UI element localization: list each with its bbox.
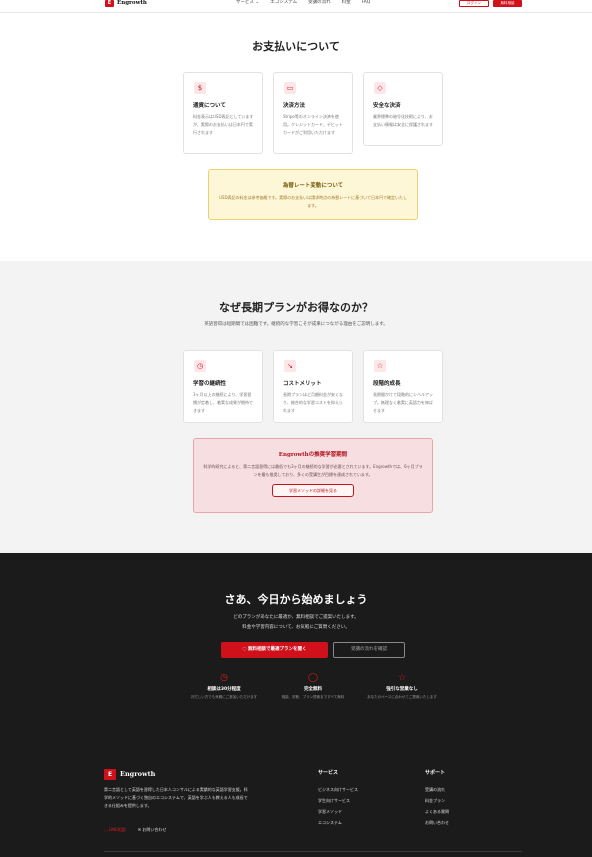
nav-item-faq[interactable]: FAQ	[362, 0, 371, 5]
footer-divider	[104, 851, 522, 852]
feature-title: 強引な営業なし	[386, 687, 418, 692]
credit-card-icon: ▭	[284, 82, 296, 94]
feature-title: 完全無料	[304, 687, 322, 692]
card-title: 安全な決済	[373, 103, 401, 109]
footer-brand-name[interactable]: Engrowth	[120, 769, 155, 780]
card-title: コストメリット	[283, 381, 322, 387]
free-consult-label: 無料相談で最適プランを聞く	[248, 647, 307, 652]
nav-item-flow[interactable]: 受講の流れ	[308, 0, 331, 5]
card-text: 業界標準の暗号化技術により、お支払い情報は安全に保護されます	[373, 114, 433, 127]
main-nav: サービス ⌄ エコシステム 受講の流れ 料金 FAQ	[236, 0, 370, 5]
contact-link[interactable]: ✉ お問い合わせ	[138, 827, 167, 833]
footer-link-students[interactable]: 学生向けサービス	[318, 795, 358, 806]
footer-support-column: サポート 受講の流れ 料金プラン よくある質問 お問い合わせ	[425, 769, 449, 828]
longterm-card-growth: ☆ 段階的成長 長期間かけて段階的にレベルアップ。無理なく着実に英語力を伸ばせま…	[363, 350, 443, 423]
nav-item-pricing[interactable]: 料金	[342, 0, 351, 5]
feature-no-hard-sell: ☆ 強引な営業なし あなたのペースに合わせてご提案いたします	[362, 673, 442, 700]
longterm-card-continuity: ◷ 学習の継続性 3ヶ月以上の継続により、学習習慣が定着し、着実な成果が期待でき…	[183, 350, 263, 423]
footer-column-title: サービス	[318, 770, 339, 776]
recommended-period-notice: Engrowthの推奨学習期間 科学的研究によると、第二言語習得には最低でも3ヶ…	[193, 438, 433, 513]
notice-text: USD表記の料金は参考価格です。実際のお支払いは請求時点の為替レートに基づいて日…	[218, 195, 408, 208]
footer-link-pricing[interactable]: 料金プラン	[425, 795, 449, 806]
feature-title: 相談は30分程度	[207, 687, 241, 692]
longterm-card-cost: ↘ コストメリット 長期プランほど月額料金が安くなり、総合的な学習コストを抑えら…	[273, 350, 353, 423]
card-title: 決済方法	[283, 103, 306, 109]
feature-30min: ◷ 相談は30分程度 お忙しい方でも気軽にご参加いただけます	[184, 673, 264, 700]
payment-title: お支払いについて	[252, 40, 340, 53]
line-consult-link[interactable]: ◌ LINE相談	[104, 827, 126, 833]
payment-card-security: ◇ 安全な決済 業界標準の暗号化技術により、お支払い情報は安全に保護されます	[363, 72, 443, 146]
feature-text: 相談、診断、プラン提案まですべて無料	[281, 695, 345, 699]
cta-section: さあ、今日から始めましょう どのプランがあなたに最適か、無料相談でご提案いたしま…	[0, 553, 592, 857]
feature-text: お忙しい方でも気軽にご参加いただけます	[190, 695, 258, 699]
footer-contact-links: ◌ LINE相談 ✉ お問い合わせ	[104, 827, 166, 833]
cta-line-1: どのプランがあなたに最適か、無料相談でご提案いたします。	[233, 615, 359, 620]
exchange-rate-notice: 為替レート変動について USD表記の料金は参考価格です。実際のお支払いは請求時点…	[208, 169, 418, 220]
login-button[interactable]: ログイン	[459, 0, 489, 7]
nav-item-services[interactable]: サービス ⌄	[236, 0, 259, 5]
cta-line-2: 料金や学習内容について、お気軽にご質問ください。	[242, 625, 350, 630]
star-icon: ☆	[374, 360, 386, 372]
payment-card-currency: $ 通貨について 料金表示はUSD表記としていますが、実際のお支払いは日本円で実…	[183, 72, 263, 154]
footer-link-faq[interactable]: よくある質問	[425, 806, 449, 817]
notice-title: 為替レート変動について	[282, 183, 344, 189]
clock-icon: ◷	[220, 673, 228, 683]
notice-text: 科学的研究によると、第二言語習得には最低でも3ヶ月の継続的な学習が必要とされてい…	[203, 464, 423, 477]
footer-logo-mark[interactable]: E	[104, 769, 116, 780]
star-icon: ☆	[397, 673, 407, 683]
payment-card-method: ▭ 決済方法 Stripe等のオンライン決済を使用。クレジットカード、デビットカ…	[273, 72, 353, 154]
footer-column-title: サポート	[425, 770, 446, 776]
view-flow-button[interactable]: 受講の流れを確認	[333, 642, 405, 658]
longterm-subtitle: 英語習得は短期間では困難です。継続的な学習こそが成果につながる理由をご説明します…	[204, 322, 388, 327]
footer-description: 第二言語として英語を習得した日本人コンサルによる実績的な英語学習支援。科学的メソ…	[104, 787, 248, 808]
card-text: Stripe等のオンライン決済を使用。クレジットカード、デビットカードがご利用い…	[283, 114, 343, 135]
shield-icon: ◇	[374, 82, 386, 94]
free-consult-button[interactable]: ◌ 無料相談で最適プランを聞く	[221, 642, 328, 658]
card-text: 3ヶ月以上の継続により、学習習慣が定着し、着実な成果が期待できます	[193, 392, 253, 413]
dollar-icon: $	[194, 82, 206, 94]
notice-title: Engrowthの推奨学習期間	[278, 452, 348, 458]
footer-link-method[interactable]: 学習メソッド	[318, 806, 358, 817]
footer-link-ecosystem[interactable]: エコシステム	[318, 817, 358, 828]
card-title: 段階的成長	[373, 381, 401, 387]
card-text: 料金表示はUSD表記としていますが、実際のお支払いは日本円で実行されます	[193, 114, 254, 135]
signup-button[interactable]: 無料相談	[493, 0, 522, 7]
feature-text: あなたのペースに合わせてご提案いたします	[367, 695, 437, 699]
brand-name[interactable]: Engrowth	[117, 0, 147, 7]
footer-services-column: サービス ビジネス向けサービス 学生向けサービス 学習メソッド エコシステム	[318, 769, 358, 828]
clock-icon: ◷	[194, 360, 206, 372]
footer-link-flow[interactable]: 受講の流れ	[425, 784, 449, 795]
nav-item-ecosystem[interactable]: エコシステム	[270, 0, 297, 5]
cta-title: さあ、今日から始めましょう	[224, 593, 368, 606]
trending-down-icon: ↘	[284, 360, 296, 372]
logo-mark[interactable]: E	[105, 0, 114, 7]
feature-free: ◯ 完全無料 相談、診断、プラン提案まですべて無料	[273, 673, 353, 700]
method-details-button[interactable]: 学習メソッドの詳細を見る	[272, 484, 354, 497]
footer-link-contact[interactable]: お問い合わせ	[425, 817, 449, 828]
site-header: E Engrowth サービス ⌄ エコシステム 受講の流れ 料金 FAQ ログ…	[0, 0, 592, 13]
footer-link-business[interactable]: ビジネス向けサービス	[318, 784, 358, 795]
card-text: 長期間かけて段階的にレベルアップ。無理なく着実に英語力を伸ばせます	[373, 392, 433, 413]
card-title: 学習の継続性	[193, 381, 227, 387]
longterm-title: なぜ長期プランがお得なのか？	[219, 301, 373, 314]
shield-icon: ◯	[307, 673, 319, 683]
card-title: 通貨について	[193, 103, 226, 109]
card-text: 長期プランほど月額料金が安くなり、総合的な学習コストを抑えられます	[283, 392, 343, 413]
